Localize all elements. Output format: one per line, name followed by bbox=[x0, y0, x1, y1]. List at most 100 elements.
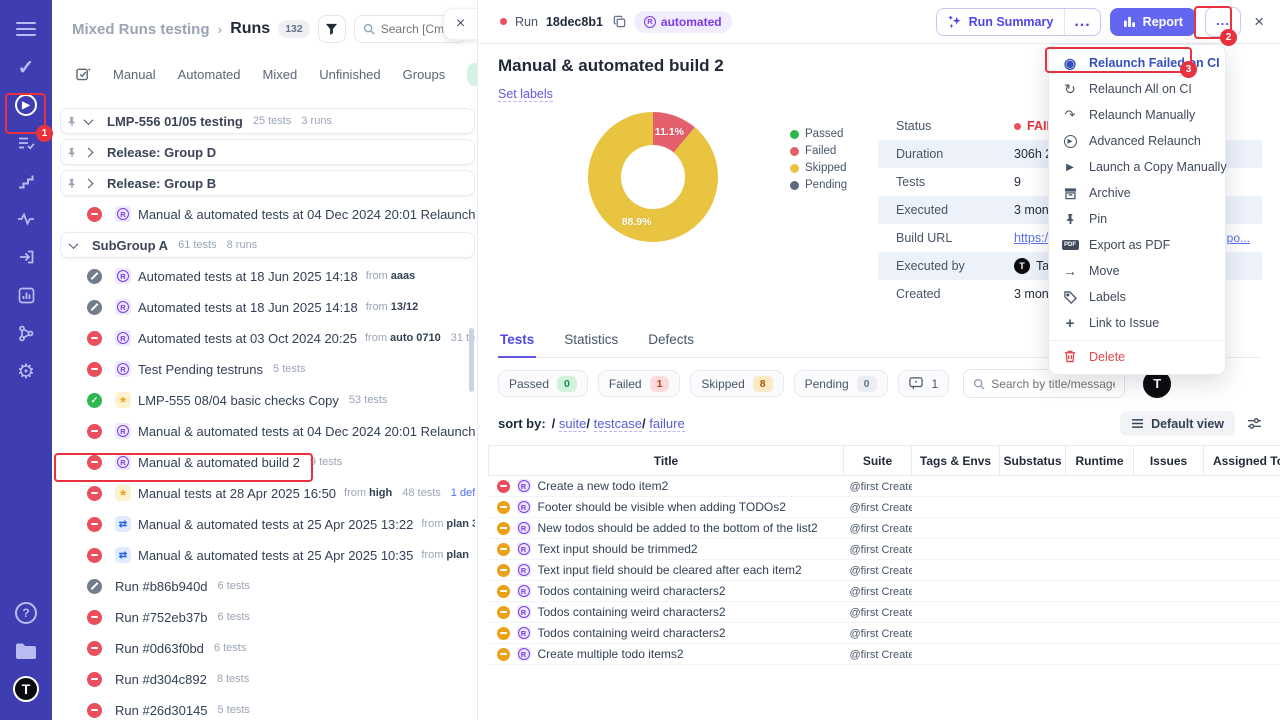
table-column-header[interactable]: Runtime bbox=[1066, 446, 1134, 476]
run-list-item[interactable]: Automated tests at 18 Jun 2025 14:18 fro… bbox=[60, 263, 475, 289]
runs-tab[interactable]: Unfinished bbox=[319, 67, 380, 82]
table-column-header[interactable]: Substatus bbox=[1000, 446, 1066, 476]
run-list-item[interactable]: Run #752eb37b 6 tests ⚙ bbox=[60, 604, 475, 630]
chevron-icon[interactable] bbox=[84, 115, 94, 125]
run-list-item[interactable]: Test Pending testruns 5 tests ⚙ bbox=[60, 356, 475, 382]
sort-link[interactable]: failure bbox=[649, 416, 684, 432]
runs-tab[interactable]: Mixed bbox=[263, 67, 298, 82]
test-row[interactable]: Footer should be visible when adding TOD… bbox=[489, 497, 1280, 518]
status-filter-chip[interactable]: Pending 0 bbox=[794, 370, 888, 397]
set-labels-link[interactable]: Set labels bbox=[498, 87, 553, 102]
report-button[interactable]: Report bbox=[1110, 8, 1196, 36]
run-list-item[interactable]: Run #d304c892 8 tests ⚙ bbox=[60, 666, 475, 692]
runs-tab[interactable]: Groups bbox=[403, 67, 446, 82]
sort-link[interactable]: testcase bbox=[594, 416, 642, 432]
run-list-item[interactable]: SubGroup A 61 tests 8 runs ⚙ bbox=[60, 232, 475, 258]
menu-item[interactable]: Delete bbox=[1049, 340, 1225, 369]
menu-item[interactable]: ▶ Launch a Copy Manually bbox=[1049, 154, 1225, 180]
more-actions-button[interactable]: ... bbox=[1205, 7, 1241, 37]
menu-item[interactable]: Archive bbox=[1049, 180, 1225, 206]
run-list-item[interactable]: Manual & automated tests at 25 Apr 2025 … bbox=[60, 542, 475, 568]
projects-folder-icon[interactable] bbox=[7, 632, 45, 670]
test-row[interactable]: Create multiple todo items2 @first Creat… bbox=[489, 644, 1280, 665]
run-list-item[interactable]: Run #b86b940d 6 tests ⚙ bbox=[60, 573, 475, 599]
test-row[interactable]: Text input should be trimmed2 @first Cre… bbox=[489, 539, 1280, 560]
run-summary-button[interactable]: Run Summary bbox=[937, 9, 1065, 35]
chevron-icon[interactable] bbox=[84, 178, 94, 188]
chevron-icon[interactable] bbox=[69, 239, 79, 249]
status-filter-chip[interactable]: Failed 1 bbox=[598, 370, 681, 397]
app-logo[interactable]: T bbox=[7, 670, 45, 708]
sort-link[interactable]: suite bbox=[559, 416, 586, 432]
runs-tab[interactable]: Today bbox=[467, 63, 477, 86]
test-row[interactable]: Todos containing weird characters2 @firs… bbox=[489, 581, 1280, 602]
run-list-item[interactable]: LMP-556 01/05 testing 25 tests 3 runs ⚙ bbox=[60, 108, 475, 134]
test-row[interactable]: New todos should be added to the bottom … bbox=[489, 518, 1280, 539]
tests-search-input[interactable] bbox=[991, 377, 1115, 391]
detail-close-icon[interactable]: × bbox=[1250, 12, 1268, 32]
run-summary-more-button[interactable]: ... bbox=[1064, 9, 1099, 35]
run-list-item[interactable]: Automated tests at 18 Jun 2025 14:18 fro… bbox=[60, 294, 475, 320]
status-filter-chip[interactable]: Skipped 8 bbox=[690, 370, 783, 397]
run-list-item[interactable]: Manual & automated tests at 25 Apr 2025 … bbox=[60, 511, 475, 537]
table-column-header[interactable]: Tags & Envs bbox=[912, 446, 1000, 476]
menu-item[interactable]: ↷ Relaunch Manually bbox=[1049, 102, 1225, 128]
pulse-icon[interactable] bbox=[7, 200, 45, 238]
runs-icon[interactable]: ▶ bbox=[7, 86, 45, 124]
view-settings-sliders-icon[interactable] bbox=[1247, 417, 1262, 430]
table-column-header[interactable]: Title bbox=[489, 446, 844, 476]
chevron-icon[interactable] bbox=[84, 147, 94, 157]
test-plans-icon[interactable] bbox=[7, 124, 45, 162]
run-list-item[interactable]: Run #26d30145 5 tests ⚙ bbox=[60, 697, 475, 720]
menu-item[interactable]: Pin bbox=[1049, 206, 1225, 232]
menu-item[interactable]: Labels bbox=[1049, 284, 1225, 310]
run-list-item[interactable]: Release: Group B ⚙ bbox=[60, 170, 475, 196]
test-row[interactable]: Text input field should be cleared after… bbox=[489, 560, 1280, 581]
table-column-header[interactable]: Suite bbox=[844, 446, 912, 476]
build-url-tail-link[interactable]: po... bbox=[1227, 231, 1250, 245]
settings-gear-icon[interactable]: ⚙ bbox=[7, 352, 45, 390]
scrollbar-thumb[interactable] bbox=[469, 328, 474, 392]
test-row[interactable]: Todos containing weird characters2 @firs… bbox=[489, 602, 1280, 623]
menu-item[interactable]: ↻ Relaunch All on CI bbox=[1049, 76, 1225, 102]
runs-tab[interactable]: Manual bbox=[113, 67, 156, 82]
run-list-item[interactable]: Manual & automated tests at 04 Dec 2024 … bbox=[60, 201, 475, 227]
test-row[interactable]: Create a new todo item2 @first Create ..… bbox=[489, 476, 1280, 497]
info-value-text: 306h 2 bbox=[1014, 147, 1052, 161]
run-list-item[interactable]: Manual tests at 28 Apr 2025 16:50 from h… bbox=[60, 480, 475, 506]
milestones-icon[interactable] bbox=[7, 162, 45, 200]
help-icon[interactable]: ? bbox=[7, 594, 45, 632]
run-list-item[interactable]: Automated tests at 03 Oct 2024 20:25 fro… bbox=[60, 325, 475, 351]
panel-close-button[interactable]: × bbox=[443, 8, 477, 40]
table-column-header[interactable]: Assigned To bbox=[1204, 446, 1280, 476]
runs-tab[interactable]: Automated bbox=[178, 67, 241, 82]
menu-item[interactable]: → Move bbox=[1049, 258, 1225, 284]
detail-tab[interactable]: Tests bbox=[498, 332, 536, 358]
comments-filter-chip[interactable]: 1 bbox=[898, 370, 950, 397]
import-icon[interactable] bbox=[7, 238, 45, 276]
run-list-item[interactable]: Run #0d63f0bd 6 tests ⚙ bbox=[60, 635, 475, 661]
status-filter-chip[interactable]: Passed 0 bbox=[498, 370, 588, 397]
automated-badge[interactable]: Rautomated bbox=[634, 11, 732, 33]
branches-icon[interactable] bbox=[7, 314, 45, 352]
checks-icon[interactable]: ✓ bbox=[7, 48, 45, 86]
run-list-item[interactable]: Release: Group D ⚙ bbox=[60, 139, 475, 165]
menu-item[interactable]: PDF Export as PDF bbox=[1049, 232, 1225, 258]
default-view-button[interactable]: Default view bbox=[1120, 411, 1235, 436]
menu-item[interactable]: ◉ Relaunch Failed on CI bbox=[1049, 50, 1225, 76]
select-runs-icon[interactable] bbox=[76, 67, 91, 81]
breadcrumb-project[interactable]: Mixed Runs testing bbox=[72, 21, 210, 38]
filter-button[interactable] bbox=[318, 15, 346, 43]
hamburger-menu-icon[interactable] bbox=[7, 10, 45, 48]
table-column-header[interactable]: Issues bbox=[1134, 446, 1204, 476]
analytics-icon[interactable] bbox=[7, 276, 45, 314]
run-list-item[interactable]: Manual & automated tests at 04 Dec 2024 … bbox=[60, 418, 475, 444]
detail-tab[interactable]: Statistics bbox=[562, 332, 620, 357]
copy-icon[interactable] bbox=[613, 15, 626, 28]
run-list-item[interactable]: LMP-555 08/04 basic checks Copy 53 tests… bbox=[60, 387, 475, 413]
menu-item[interactable]: ▶ Advanced Relaunch bbox=[1049, 128, 1225, 154]
run-list-item[interactable]: Manual & automated build 2 9 tests ⚙ bbox=[60, 449, 475, 475]
menu-item[interactable]: + Link to Issue bbox=[1049, 310, 1225, 336]
test-row[interactable]: Todos containing weird characters2 @firs… bbox=[489, 623, 1280, 644]
detail-tab[interactable]: Defects bbox=[646, 332, 696, 357]
